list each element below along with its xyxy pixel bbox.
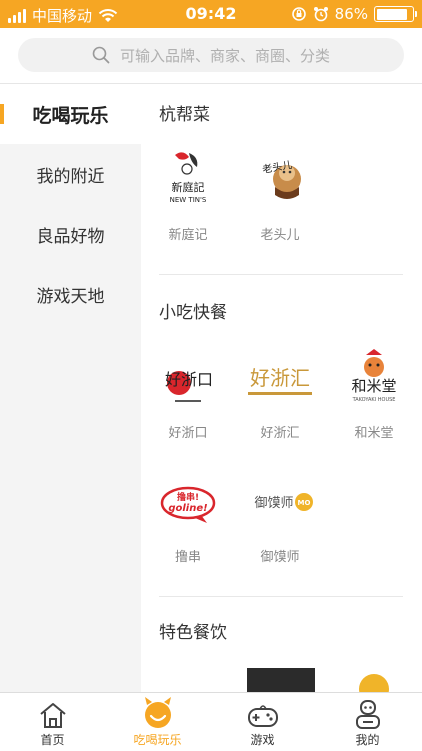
brand-hemitang[interactable]: 和米堂 TAKOYAKI HOUSE 和米堂: [329, 342, 419, 441]
brand-name: 好浙汇: [260, 426, 300, 441]
brand-logo: 和米堂 TAKOYAKI HOUSE: [329, 342, 419, 412]
battery-icon: [374, 6, 417, 22]
logo-text: 新庭記: [172, 180, 205, 194]
logo-text: 御馍师: [254, 496, 293, 511]
logo-text: 撸串!: [177, 491, 199, 503]
sidebar-item-games[interactable]: 游戏天地: [0, 264, 141, 324]
tab-home[interactable]: 首页: [0, 693, 105, 751]
alarm-icon: [313, 7, 328, 22]
brand-logo: 御馍师 MO: [235, 466, 325, 536]
tab-label: 首页: [40, 733, 65, 747]
sidebar-item-label: 吃喝玩乐: [32, 104, 109, 127]
brand-haozhekou[interactable]: 好浙口 好浙口: [143, 342, 233, 441]
tab-label: 游戏: [250, 733, 275, 747]
rotation-lock-icon: [291, 7, 306, 21]
brand-xintingji[interactable]: 新庭記 NEW TIN'S 新庭记: [143, 144, 233, 243]
sidebar-item-label: 游戏天地: [36, 286, 105, 307]
logo-subtext: MO: [298, 499, 311, 507]
brand-logo: 好浙口: [143, 342, 233, 412]
brand-name: 和米堂: [354, 426, 394, 441]
brand-haozhehui[interactable]: 好浙汇 好浙汇: [235, 342, 325, 441]
category-sidebar: 吃喝玩乐 我的附近 良品好物 游戏天地: [0, 84, 141, 692]
logo-subtext: TAKOYAKI HOUSE: [352, 397, 396, 403]
brand-logo-partial[interactable]: [359, 674, 389, 692]
logo-text: 和米堂: [351, 377, 396, 395]
brand-yumoshi[interactable]: 御馍师 MO 御馍师: [235, 466, 325, 565]
tab-label: 吃喝玩乐: [133, 733, 182, 747]
status-bar: 中国移动 09:42 86%: [0, 0, 422, 28]
tab-label: 我的: [355, 733, 380, 747]
battery-percent: 86%: [334, 5, 368, 23]
sidebar-item-eat-drink[interactable]: 吃喝玩乐: [0, 84, 141, 144]
brand-logo: 好浙汇: [235, 342, 325, 412]
brand-laotouer[interactable]: 老头儿 老头儿: [235, 144, 325, 243]
sidebar-item-label: 良品好物: [36, 226, 105, 247]
brand-logo: 撸串! goline!: [143, 466, 233, 536]
devil-smile-icon: [144, 697, 171, 728]
status-right: 86%: [291, 5, 417, 23]
section-divider: [159, 274, 403, 275]
brand-name: 御馍师: [260, 550, 300, 565]
search-bar: 可输入品牌、商家、商圈、分类: [0, 28, 422, 84]
logo-subtext: goline!: [168, 503, 207, 514]
bottom-tab-bar: 首页 吃喝玩乐 游戏 我的: [0, 692, 422, 750]
search-icon: [92, 46, 110, 64]
profile-icon: [355, 700, 380, 729]
brand-logo: 老头儿: [235, 144, 325, 214]
brand-name: 好浙口: [168, 426, 208, 441]
brand-logo-partial[interactable]: [247, 668, 315, 692]
logo-text: 好浙口: [165, 370, 213, 389]
home-icon: [39, 703, 66, 728]
tab-eat-drink[interactable]: 吃喝玩乐: [105, 693, 210, 751]
section-title: 杭帮菜: [159, 105, 210, 125]
section-title: 小吃快餐: [159, 303, 227, 323]
brand-name: 老头儿: [260, 228, 300, 243]
brand-name: 新庭记: [168, 228, 208, 243]
search-input[interactable]: 可输入品牌、商家、商圈、分类: [18, 38, 404, 72]
sidebar-item-label: 我的附近: [36, 166, 105, 187]
brand-logo: 新庭記 NEW TIN'S: [143, 144, 233, 214]
brand-luchuan[interactable]: 撸串! goline! 撸串: [143, 466, 233, 565]
gamepad-icon: [247, 705, 278, 727]
sidebar-item-nearby[interactable]: 我的附近: [0, 144, 141, 204]
brand-name: 撸串: [174, 550, 201, 565]
tab-games[interactable]: 游戏: [210, 693, 315, 751]
sidebar-item-goods[interactable]: 良品好物: [0, 204, 141, 264]
content-panel: 杭帮菜 新庭記 NEW TIN'S 新庭记 老头儿 老头儿 小吃快餐 好浙口 好…: [141, 84, 422, 692]
section-title: 特色餐饮: [159, 623, 227, 643]
search-placeholder: 可输入品牌、商家、商圈、分类: [119, 46, 330, 65]
section-divider: [159, 596, 403, 597]
logo-subtext: NEW TIN'S: [170, 196, 207, 204]
logo-text: 好浙汇: [250, 366, 310, 390]
tab-profile[interactable]: 我的: [315, 693, 420, 751]
